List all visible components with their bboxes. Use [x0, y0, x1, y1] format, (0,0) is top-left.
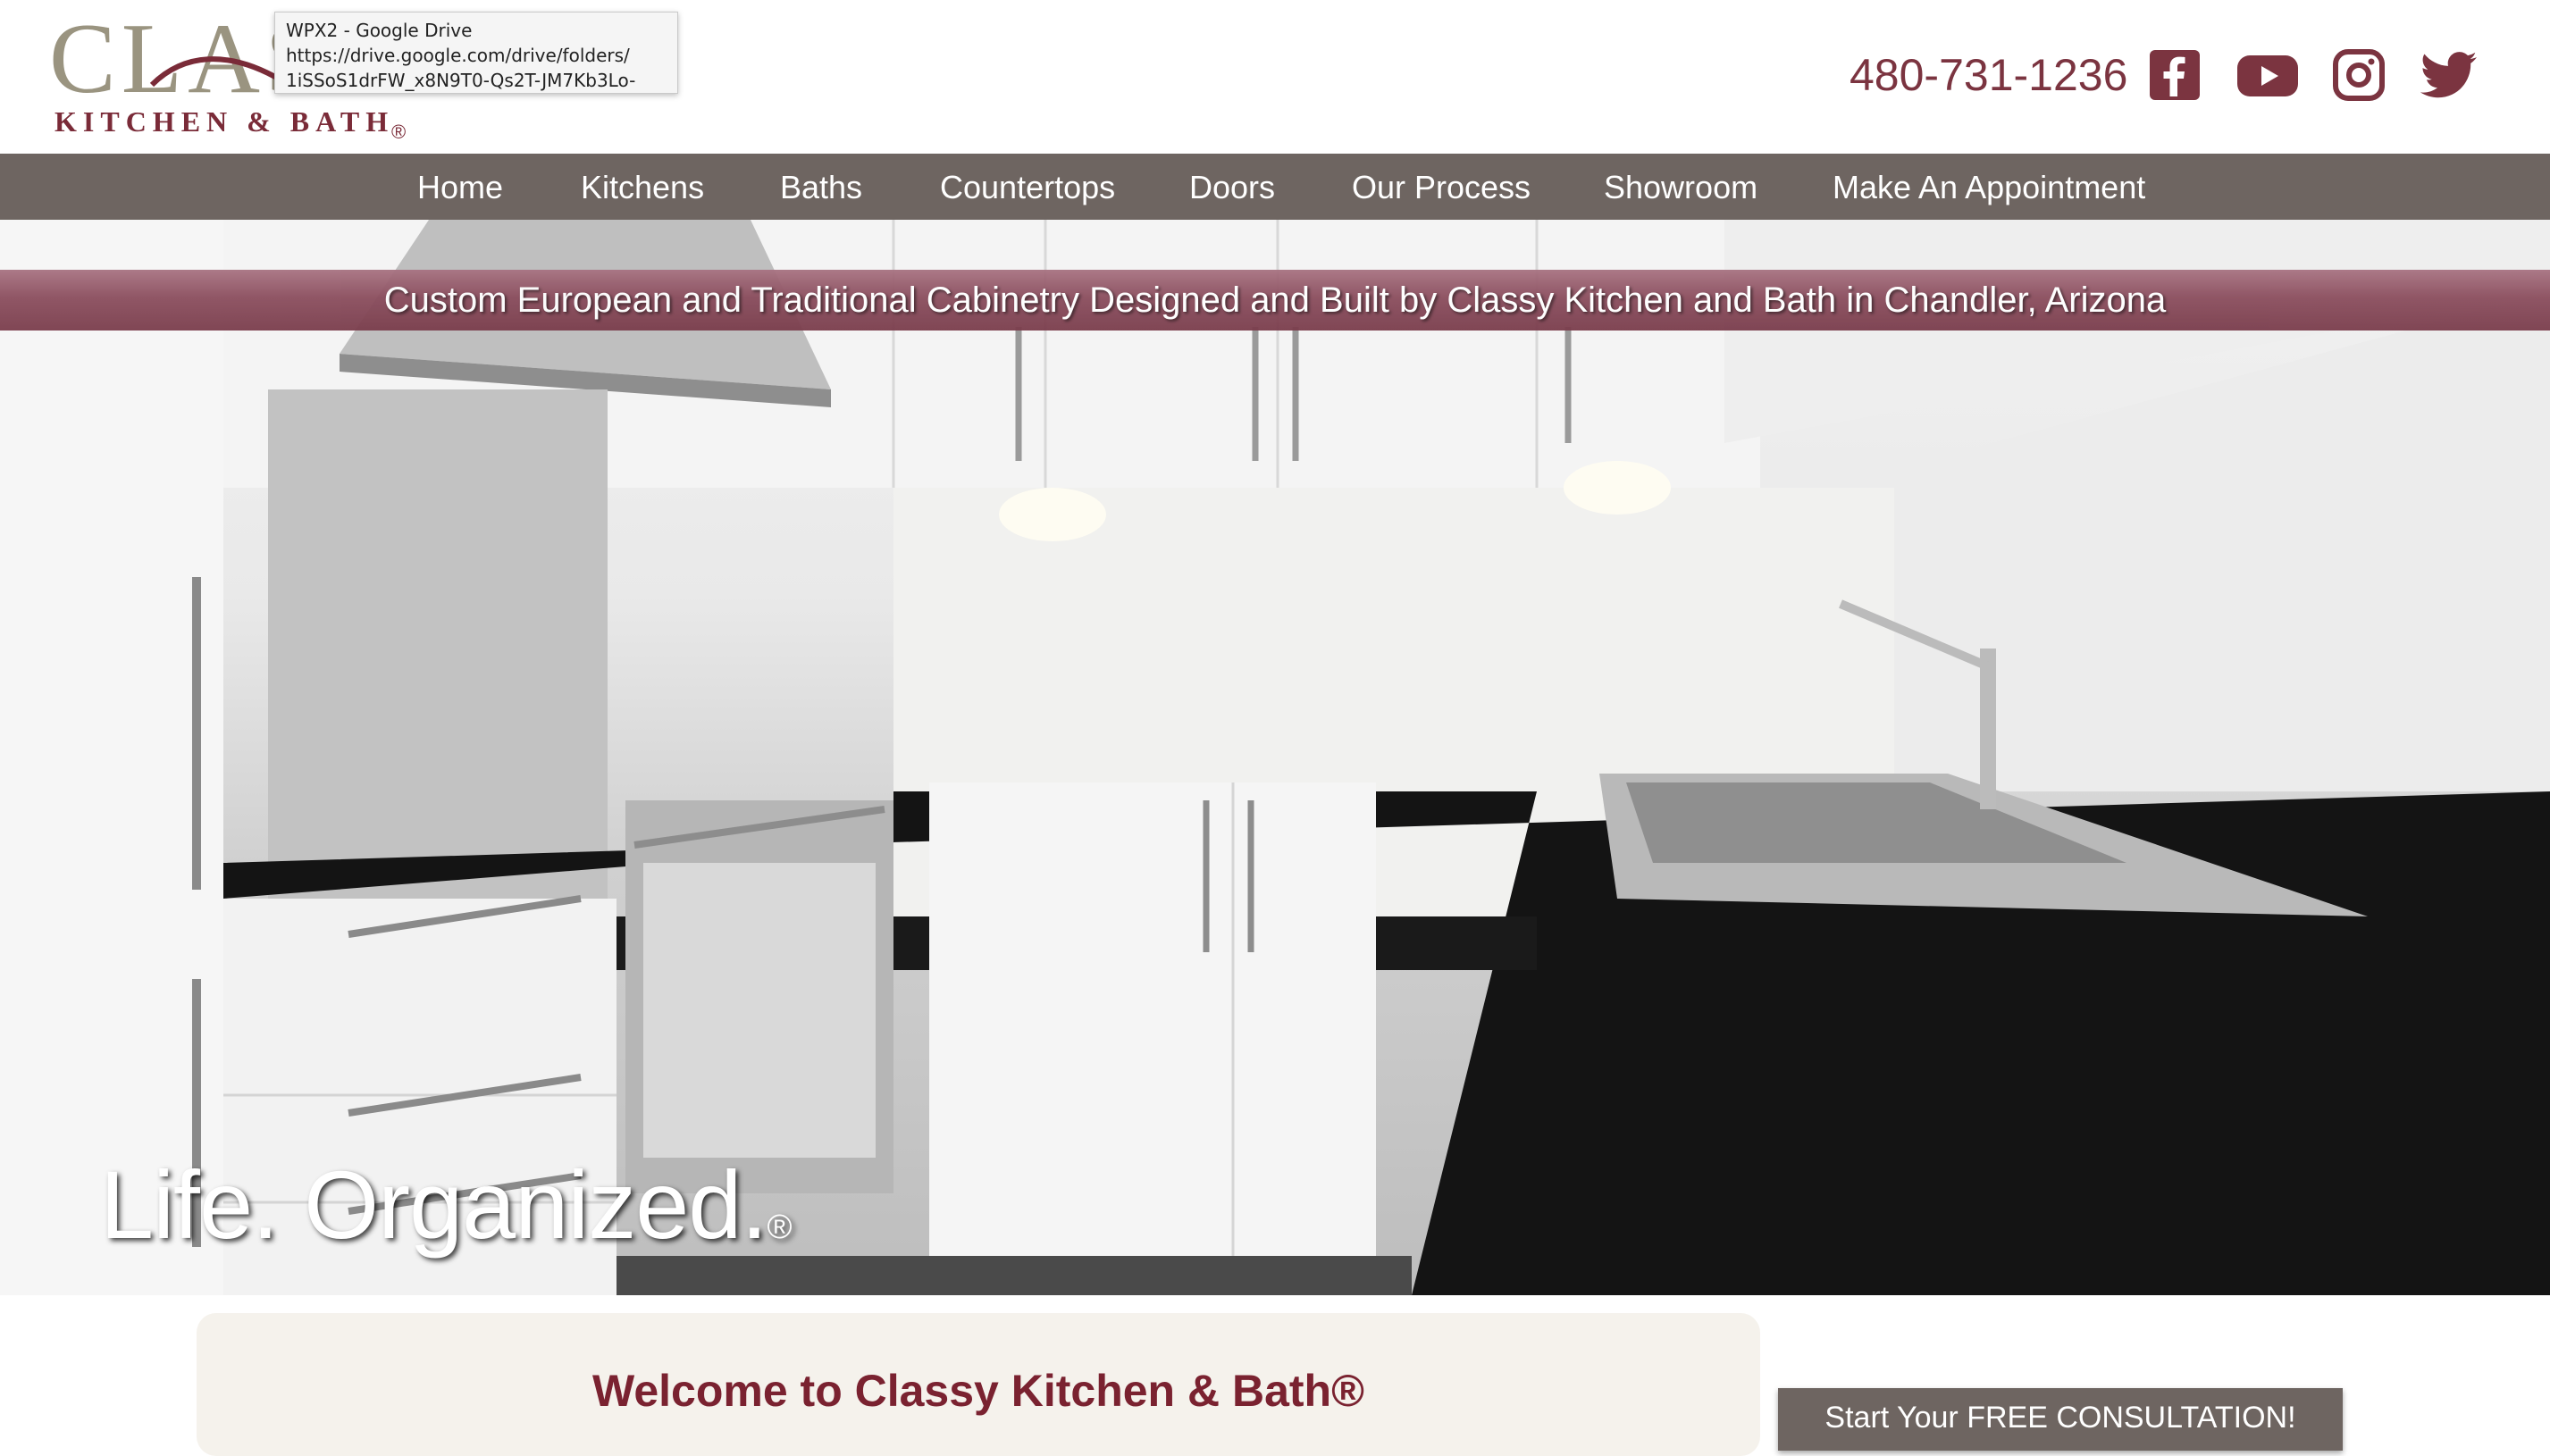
site-header: CLAS KITCHEN & BATH ® WPX2 - Google Driv… [0, 0, 2550, 154]
hero-tagline: Life. Organized.® [100, 1149, 792, 1260]
nav-item-showroom[interactable]: Showroom [1604, 154, 1757, 220]
nav-item-countertops[interactable]: Countertops [940, 154, 1115, 220]
phone-number[interactable]: 480-731-1236 [1850, 45, 2127, 105]
logo-swoosh-icon [149, 56, 283, 88]
welcome-panel: Welcome to Classy Kitchen & Bath® [197, 1313, 1760, 1456]
hero-banner: Custom European and Traditional Cabinetr… [0, 270, 2550, 331]
youtube-icon[interactable] [2235, 46, 2300, 104]
welcome-title: Welcome to Classy Kitchen & Bath® [592, 1366, 1364, 1416]
nav-item-baths[interactable]: Baths [780, 154, 862, 220]
tooltip-url-line-1: https://drive.google.com/drive/folders/ [286, 45, 630, 66]
instagram-icon[interactable] [2330, 46, 2387, 104]
tooltip-url-line-2: 1iSSoS1drFW_x8N9T0-Qs2T-JM7Kb3Lo- [286, 70, 636, 91]
hero-tagline-text: Life. Organized. [100, 1151, 768, 1259]
twitter-icon[interactable] [2420, 46, 2480, 104]
logo-registered-mark: ® [391, 121, 407, 143]
nav-item-doors[interactable]: Doors [1189, 154, 1275, 220]
hero-section: Custom European and Traditional Cabinetr… [0, 220, 2550, 1295]
nav-item-kitchens[interactable]: Kitchens [581, 154, 704, 220]
hero-kitchen-image [0, 220, 2550, 1295]
tooltip-title: WPX2 - Google Drive [286, 20, 473, 41]
nav-item-our-process[interactable]: Our Process [1352, 154, 1531, 220]
logo-subtitle: KITCHEN & BATH [55, 105, 395, 138]
nav-item-make-an-appointment[interactable]: Make An Appointment [1833, 154, 2145, 220]
link-tooltip: WPX2 - Google Drive https://drive.google… [274, 12, 678, 94]
nav-item-home[interactable]: Home [417, 154, 503, 220]
facebook-icon[interactable] [2146, 46, 2203, 104]
main-nav: Home Kitchens Baths Countertops Doors Ou… [0, 154, 2550, 220]
free-consultation-button[interactable]: Start Your FREE CONSULTATION! [1778, 1388, 2343, 1451]
hero-tagline-registered-mark: ® [767, 1209, 792, 1246]
